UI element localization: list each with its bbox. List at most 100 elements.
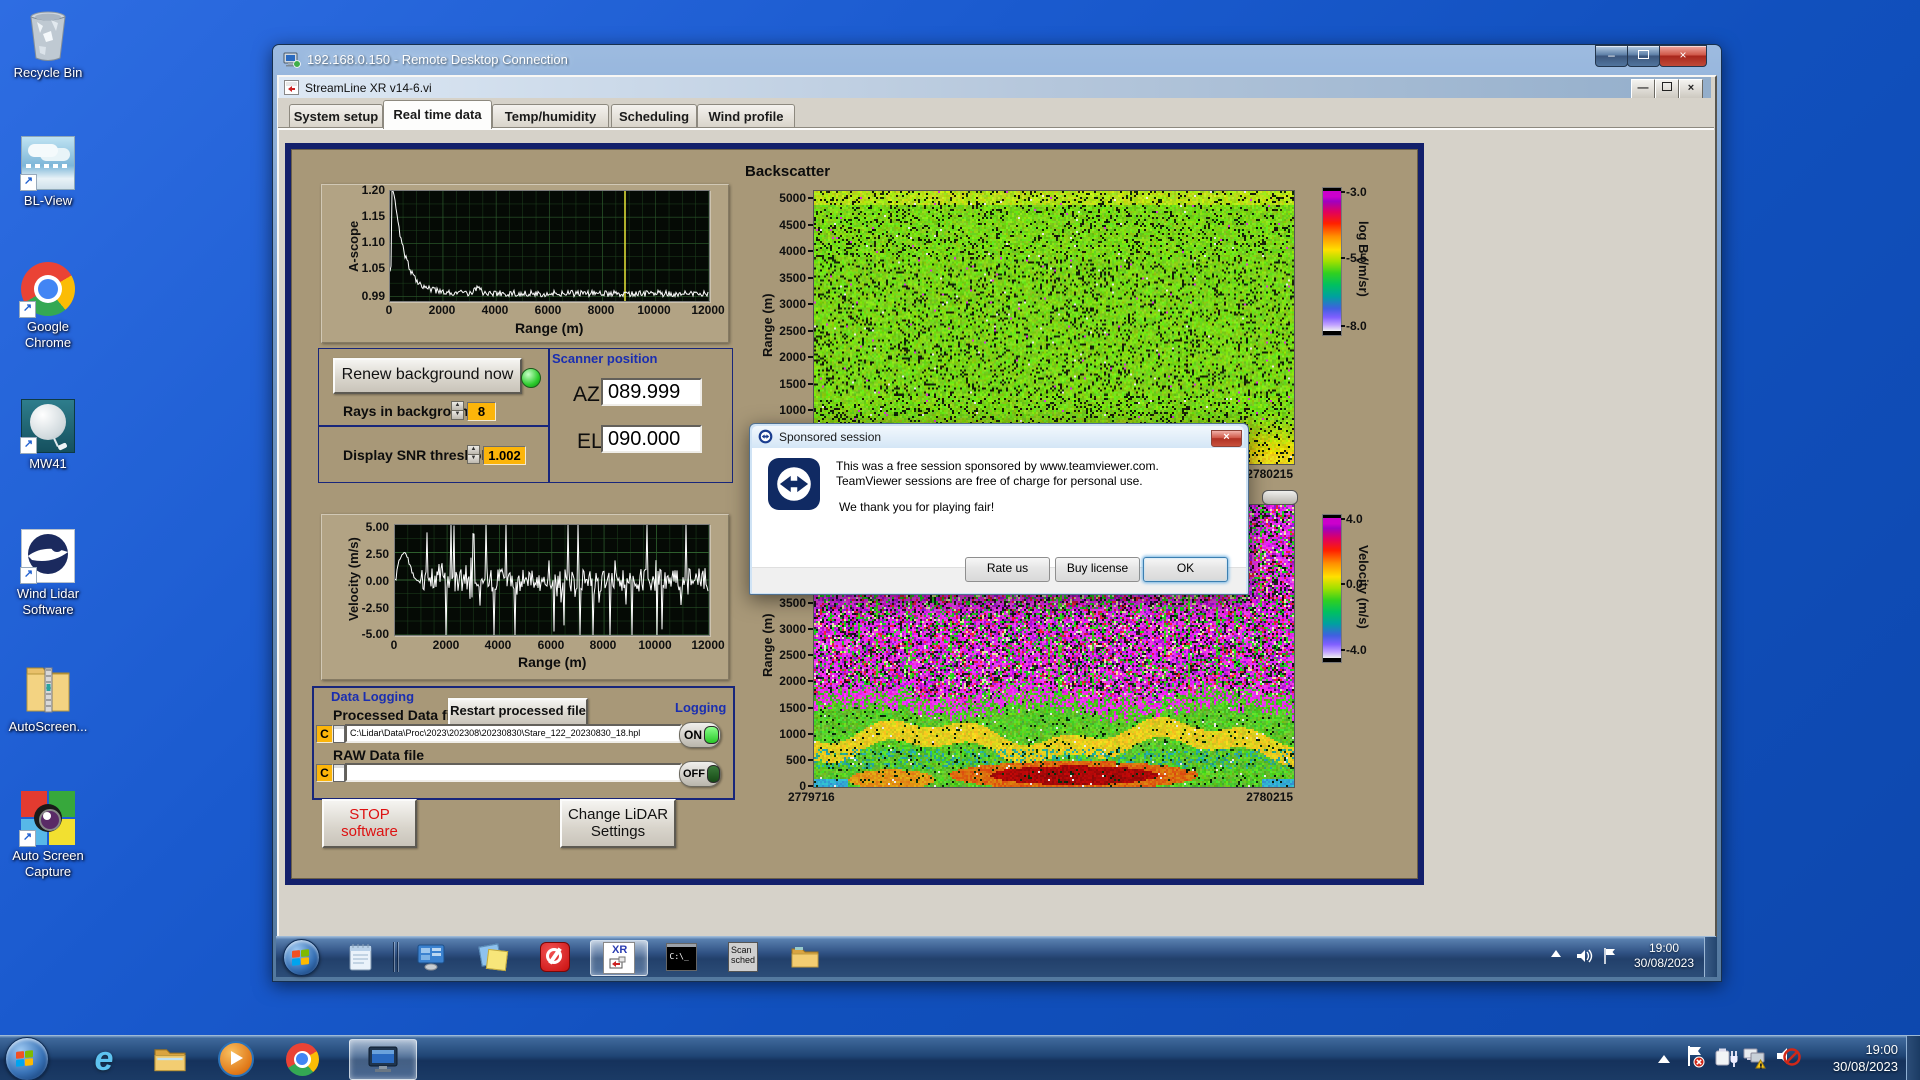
app-restore-button[interactable] xyxy=(1655,79,1679,99)
tab-wind-profile[interactable]: Wind profile xyxy=(697,104,795,128)
host-volume-muted-icon[interactable] xyxy=(1775,1045,1801,1069)
remote-taskbar-display-settings-button[interactable] xyxy=(404,940,458,974)
desktop-icon-google-chrome[interactable]: ↗ Google Chrome xyxy=(8,262,88,351)
rate-us-button[interactable]: Rate us xyxy=(965,557,1050,582)
remote-taskbar-scan-scheduler-button[interactable]: Scan sched xyxy=(716,940,770,974)
rdp-title-bar[interactable]: 192.168.0.150 - Remote Desktop Connectio… xyxy=(273,45,1721,75)
recycle-bin-icon xyxy=(21,8,75,62)
remote-taskbar-clock[interactable]: 19:00 30/08/2023 xyxy=(1628,941,1700,971)
tick-mark xyxy=(808,759,813,761)
sponsored-session-dialog: Sponsored session × This was a free sess… xyxy=(749,423,1249,595)
scanner-position-box xyxy=(548,348,733,483)
teamviewer-logo xyxy=(768,458,820,515)
remote-taskbar: XR C:\_ Scan sched 19:00 30/08/2023 xyxy=(276,936,1717,977)
tab-temp-humidity[interactable]: Temp/humidity xyxy=(492,104,609,128)
remote-action-center-flag-icon[interactable] xyxy=(1602,947,1618,965)
remote-taskbar-stop-button[interactable] xyxy=(528,940,582,974)
host-taskbar-clock[interactable]: 19:00 30/08/2023 xyxy=(1812,1041,1898,1075)
host-taskbar-rdp-button[interactable] xyxy=(349,1039,417,1080)
host-taskbar-media-player-button[interactable] xyxy=(205,1040,267,1078)
logging-off-lamp-icon xyxy=(707,765,720,783)
tick-label: 5.00 xyxy=(365,520,389,534)
remote-volume-icon[interactable] xyxy=(1575,947,1593,965)
tab-system-setup[interactable]: System setup xyxy=(289,104,383,128)
raw-drive-letter[interactable]: C xyxy=(316,764,333,782)
desktop-icon-mw41[interactable]: ↗ MW41 xyxy=(8,399,88,472)
remote-show-desktop-button[interactable] xyxy=(1704,937,1717,977)
buy-license-button[interactable]: Buy license xyxy=(1055,557,1140,582)
tick-label: 1500 xyxy=(779,376,806,391)
desktop-icon-bl-view[interactable]: ↗ BL-View xyxy=(8,136,88,209)
processed-drive-letter[interactable]: C xyxy=(316,725,333,743)
host-action-center-flag-icon[interactable] xyxy=(1685,1045,1705,1069)
tab-real-time-data[interactable]: Real time data xyxy=(383,100,492,129)
mw41-icon: ↗ xyxy=(20,399,75,454)
snr-spinner[interactable]: ▲ ▼ xyxy=(467,445,480,465)
host-taskbar-chrome-button[interactable] xyxy=(271,1040,333,1078)
host-show-desktop-button[interactable] xyxy=(1906,1036,1920,1080)
notepad-icon xyxy=(349,944,372,971)
screen: Recycle Bin ↗ BL-View ↗ Google Chrome ↗ … xyxy=(0,0,1920,1080)
host-tray-expand-icon[interactable] xyxy=(1658,1055,1670,1063)
tab-scheduling[interactable]: Scheduling xyxy=(611,104,697,128)
remote-start-button[interactable] xyxy=(283,939,320,976)
remote-taskbar-notepad-button[interactable] xyxy=(334,940,388,974)
tick-label: 2500 xyxy=(779,323,806,338)
restart-processed-file-button[interactable]: Restart processed file xyxy=(448,698,588,726)
host-battery-icon[interactable] xyxy=(1715,1047,1739,1069)
desktop-icon-auto-screen-capture[interactable]: ↗ Auto Screen Capture xyxy=(8,791,88,880)
ok-button[interactable]: OK xyxy=(1143,557,1228,582)
tick-label: 2000 xyxy=(432,638,460,652)
host-network-warning-icon[interactable] xyxy=(1743,1046,1769,1070)
tick-label: 0 xyxy=(385,303,393,317)
desktop-icon-recycle-bin[interactable]: Recycle Bin xyxy=(8,8,88,81)
processed-file-path-field[interactable]: C:\Lidar\Data\Proc\2023\202308\20230830\… xyxy=(345,724,682,743)
dialog-close-button[interactable]: × xyxy=(1211,430,1242,447)
desktop-icon-wind-lidar[interactable]: ↗ Wind Lidar Software xyxy=(8,529,88,618)
remote-taskbar-sticky-notes-button[interactable] xyxy=(466,940,520,974)
remote-taskbar-cmd-button[interactable]: C:\_ xyxy=(654,940,708,974)
az-value-field[interactable]: 089.999 xyxy=(601,378,702,406)
change-button-line2: Settings xyxy=(590,823,646,840)
folder-icon xyxy=(154,1049,186,1072)
rays-spinner[interactable]: ▲ ▼ xyxy=(451,401,464,421)
desktop-icon-label: Auto Screen Capture xyxy=(12,848,84,879)
rays-value-field[interactable]: 8 xyxy=(467,402,496,421)
host-start-button[interactable] xyxy=(5,1037,49,1080)
raw-logging-toggle[interactable]: OFF xyxy=(679,761,721,787)
desktop-icon-autoscreen-zip[interactable]: AutoScreen... xyxy=(8,660,88,735)
app-close-button[interactable]: × xyxy=(1679,79,1703,99)
tick-label: 2000 xyxy=(428,303,456,317)
app-title-bar[interactable]: StreamLine XR v14-6.vi — × xyxy=(279,77,1711,99)
snr-value-field[interactable]: 1.002 xyxy=(483,446,526,465)
remote-taskbar-folder-button[interactable] xyxy=(778,940,832,974)
stop-software-button[interactable]: STOP software xyxy=(322,799,417,848)
tick-mark xyxy=(808,627,813,630)
color-scale-slider-knob[interactable] xyxy=(1262,490,1298,505)
dialog-title-bar[interactable]: Sponsored session × xyxy=(752,426,1244,448)
raw-logging-state: OFF xyxy=(683,768,705,780)
host-taskbar-explorer-button[interactable] xyxy=(139,1040,201,1078)
remote-taskbar-streamline-xr-button[interactable]: XR xyxy=(590,940,648,976)
raw-path-browse-icon[interactable] xyxy=(333,764,345,782)
tick-label: 1.05 xyxy=(361,261,385,275)
command-prompt-icon: C:\_ xyxy=(665,943,697,971)
change-button-line1: Change LiDAR xyxy=(567,806,669,823)
change-lidar-settings-button[interactable]: Change LiDAR Settings xyxy=(560,799,676,848)
stop-button-line2: software xyxy=(341,823,398,840)
rdp-close-button[interactable]: × xyxy=(1659,45,1707,67)
processed-path-browse-icon[interactable] xyxy=(333,725,345,743)
rdp-minimize-button[interactable]: – xyxy=(1595,45,1628,67)
tick-label: 500 xyxy=(785,753,806,767)
tick-label: 0.00 xyxy=(365,574,389,588)
app-minimize-button[interactable]: — xyxy=(1631,79,1655,99)
host-taskbar-internet-explorer-button[interactable]: e xyxy=(73,1040,135,1078)
rdp-maximize-button[interactable] xyxy=(1627,45,1660,67)
el-value-field[interactable]: 090.000 xyxy=(601,425,702,453)
dialog-body: This was a free session sponsored by www… xyxy=(752,448,1246,567)
remote-tray-expand-icon[interactable] xyxy=(1551,950,1561,957)
renew-background-button[interactable]: Renew background now xyxy=(333,358,522,394)
processed-logging-toggle[interactable]: ON xyxy=(679,722,721,748)
raw-file-path-field[interactable] xyxy=(345,763,682,782)
tick-label: 3000 xyxy=(779,297,806,311)
